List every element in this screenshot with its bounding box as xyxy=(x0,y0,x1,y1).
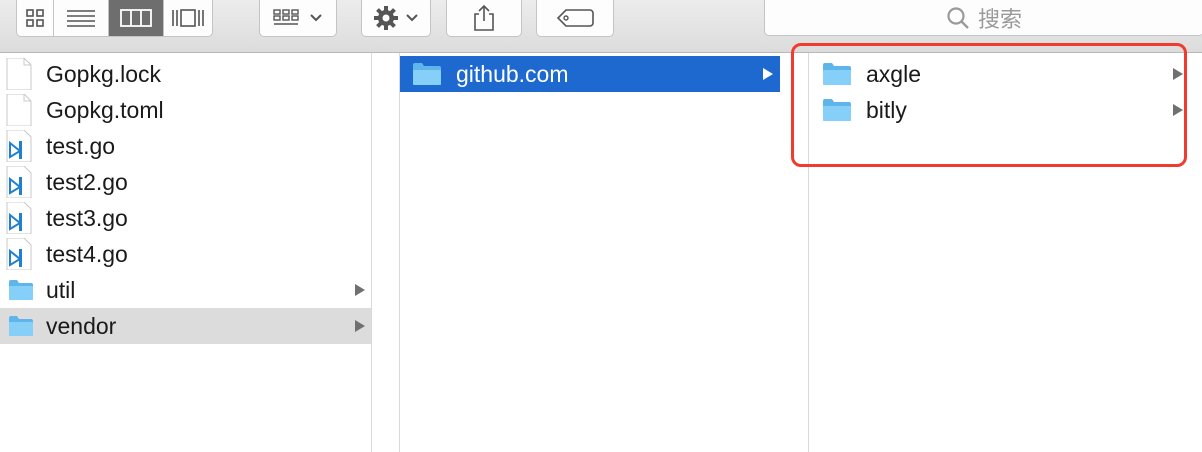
disclosure-arrow-icon xyxy=(355,284,365,296)
file-name: Gopkg.toml xyxy=(46,96,164,123)
folder-icon xyxy=(9,316,33,336)
list-item[interactable]: test4.go xyxy=(0,236,371,272)
share-icon xyxy=(474,4,494,31)
disclosure-arrow-icon xyxy=(1173,104,1183,116)
vscode-file-icon xyxy=(6,202,32,234)
file-name: Gopkg.lock xyxy=(46,60,162,87)
file-name: test.go xyxy=(46,132,116,159)
gear-icon xyxy=(374,6,398,30)
share-button[interactable] xyxy=(446,0,522,37)
column-divider[interactable] xyxy=(399,53,400,452)
folder-icon xyxy=(823,99,851,121)
arrange-icon xyxy=(273,9,299,25)
chevron-down-icon xyxy=(310,14,322,22)
folder-name: vendor xyxy=(46,312,117,339)
search-placeholder: 搜索 xyxy=(977,6,1022,32)
folder-name: bitly xyxy=(866,96,907,123)
list-view-button[interactable] xyxy=(54,0,109,36)
icon-view-icon xyxy=(26,9,44,27)
toolbar: 搜索 xyxy=(0,0,1202,53)
tag-button[interactable] xyxy=(536,0,614,37)
list-item[interactable]: bitly xyxy=(809,92,1202,128)
vscode-file-icon xyxy=(6,166,32,198)
disclosure-arrow-icon xyxy=(355,320,365,332)
folder-name: axgle xyxy=(866,60,921,87)
folder-icon xyxy=(9,280,33,300)
list-item[interactable]: util xyxy=(0,272,371,308)
tag-icon xyxy=(556,9,594,27)
folder-icon xyxy=(413,63,441,85)
document-icon xyxy=(6,94,32,126)
arrange-button[interactable] xyxy=(259,0,337,37)
column-3[interactable]: axgle bitly xyxy=(809,53,1202,452)
gallery-view-button[interactable] xyxy=(164,0,212,36)
list-item[interactable]: Gopkg.toml xyxy=(0,92,371,128)
folder-icon xyxy=(823,63,851,85)
list-item[interactable]: test3.go xyxy=(0,200,371,236)
column-1[interactable]: Gopkg.lock Gopkg.toml test.go test2.go t… xyxy=(0,53,371,452)
list-item[interactable]: test2.go xyxy=(0,164,371,200)
list-item[interactable]: github.com xyxy=(400,56,780,92)
column-divider[interactable] xyxy=(371,53,372,452)
document-icon xyxy=(6,58,32,90)
disclosure-arrow-icon xyxy=(763,68,773,80)
list-item[interactable]: vendor xyxy=(0,308,371,344)
search-icon xyxy=(947,6,969,29)
search-field[interactable]: 搜索 xyxy=(764,0,1202,36)
vscode-file-icon xyxy=(6,130,32,162)
list-item[interactable]: Gopkg.lock xyxy=(0,56,371,92)
list-view-icon xyxy=(67,10,95,27)
file-name: test4.go xyxy=(46,240,128,267)
column-2[interactable]: github.com xyxy=(400,53,780,452)
file-name: test2.go xyxy=(46,168,128,195)
column-view-button[interactable] xyxy=(109,0,164,36)
disclosure-arrow-icon xyxy=(1173,68,1183,80)
icon-view-button[interactable] xyxy=(17,0,54,36)
file-name: test3.go xyxy=(46,204,128,231)
folder-name: github.com xyxy=(456,60,569,87)
action-button[interactable] xyxy=(361,0,431,37)
folder-name: util xyxy=(46,276,76,303)
gallery-view-icon xyxy=(172,9,204,27)
chevron-down-icon xyxy=(406,14,418,22)
column-view-icon xyxy=(120,9,152,27)
list-item[interactable]: axgle xyxy=(809,56,1202,92)
list-item[interactable]: test.go xyxy=(0,128,371,164)
vscode-file-icon xyxy=(6,238,32,270)
view-mode-group xyxy=(16,0,213,37)
